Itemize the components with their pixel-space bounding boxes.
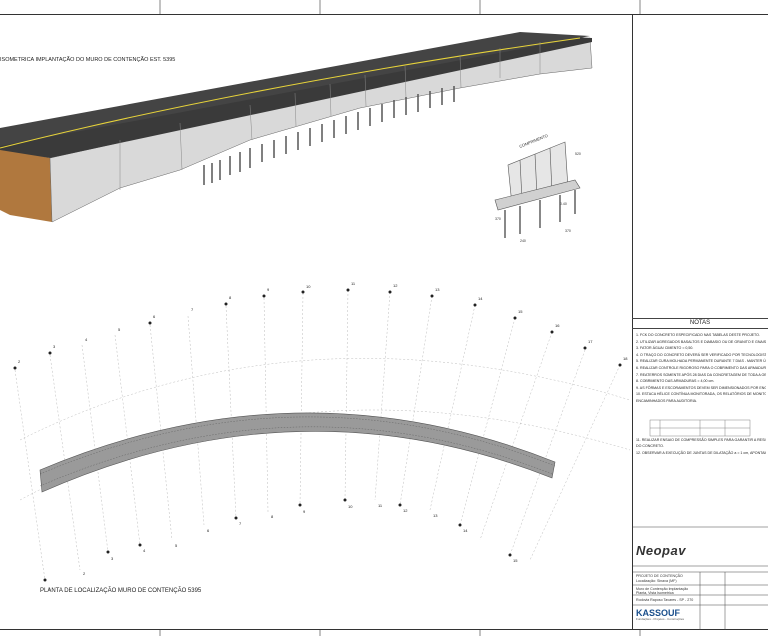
note-item: 6. REALIZAR CONTROLE RIGOROSO PARA O COB… <box>636 365 766 370</box>
company-tagline: Fundações - Projetos - Construções <box>636 617 685 621</box>
brand-logo: Neopav <box>636 543 686 558</box>
dimension-label: 520 <box>575 152 581 156</box>
station-label-top: 17 <box>588 339 593 344</box>
road-name: Rodovia Raposo Tavares - SP - 270 <box>636 598 694 602</box>
station-label-bottom: 9 <box>303 509 306 514</box>
content-line-2: Planta, Vista Isometrica <box>636 591 674 595</box>
note-item: 5. REALIZAR CURA MOLHADA PERMANENTE DURA… <box>636 359 766 364</box>
station-label-bottom: 4 <box>143 548 146 553</box>
notes-heading: NOTAS <box>632 318 768 329</box>
note-item: DO CONCRETO. <box>636 444 664 449</box>
station-label-top: 15 <box>518 309 523 314</box>
plan-title: PLANTA DE LOCALIZAÇÃO MURO DE CONTENÇÃO … <box>40 588 202 594</box>
station-label-top: 13 <box>435 287 440 292</box>
note-item: 1. FCK DO CONCRETO ESPECIFICADO NAS TABE… <box>636 333 760 337</box>
station-label-bottom: 8 <box>271 514 274 519</box>
station-label-top: 12 <box>393 283 398 288</box>
station-label-bottom: 11 <box>378 503 383 508</box>
station-label-top: 10 <box>306 284 311 289</box>
station-markers <box>13 288 622 582</box>
station-label-bottom: 14 <box>463 528 468 533</box>
notes-list: 1. FCK DO CONCRETO ESPECIFICADO NAS TABE… <box>636 332 766 456</box>
station-label-top: 7 <box>191 307 194 312</box>
station-label-top: 6 <box>153 314 156 319</box>
note-item: 4. O TRAÇO DO CONCRETO DEVERÁ SER VERIFI… <box>636 352 766 357</box>
station-label-top: 16 <box>555 323 560 328</box>
station-label-bottom: 13 <box>433 513 438 518</box>
note-item: 9. AS FÔRMAS E ESCORAMENTOS DEVEM SER DI… <box>636 385 766 390</box>
note-item: ENCAMINHADOS PARA AUDITORIA. <box>636 398 697 403</box>
note-item: 10. ESTACA HÉLICE CONTÍNUA MONITORADA, O… <box>636 392 766 397</box>
station-label-bottom: 2 <box>83 571 86 576</box>
station-label-top: 2 <box>18 359 21 364</box>
station-label-bottom: 6 <box>207 528 210 533</box>
note-item: 7. REATERROS SOMENTE APÓS 28 DIAS DA CON… <box>636 372 766 377</box>
dimension-label: 370 <box>565 229 571 233</box>
station-label-bottom: 3 <box>111 556 114 561</box>
dimension-label: 370 <box>495 217 501 221</box>
station-label-bottom: 12 <box>403 508 408 513</box>
plan-view <box>14 289 631 581</box>
station-label-top: 9 <box>267 287 270 292</box>
wall-section-detail <box>494 141 581 238</box>
note-item: 3. FATOR ÁGUA/ CIMENTO = 0,50. <box>636 346 694 351</box>
station-label-bottom: 5 <box>175 543 178 548</box>
note-spacer <box>636 405 766 437</box>
detail-label: COMPRIMENTO <box>519 133 549 149</box>
station-label-bottom: 7 <box>239 521 242 526</box>
station-label-top: 11 <box>351 281 356 286</box>
note-item: 11. REALIZAR ENSAIO DE COMPRESSÃO SIMPLE… <box>636 437 766 442</box>
isometric-title: ISOMETRICA IMPLANTAÇÃO DO MURO DE CONTEN… <box>0 57 176 63</box>
drawing-sheet: COMPRIMENTO 2 3 4 5 6 7 8 9 10 11 12 13 … <box>0 0 768 636</box>
station-label-top: 8 <box>229 295 232 300</box>
station-label-bottom: 10 <box>348 504 353 509</box>
project-location: Localização: Sinaxa (MF) <box>636 579 677 583</box>
dimension-label: 0.40 <box>560 202 567 206</box>
station-label-bottom: 15 <box>513 558 518 563</box>
station-label-top: 4 <box>85 337 88 342</box>
plan-wall-strip <box>39 412 556 493</box>
station-label-top: 14 <box>478 296 483 301</box>
project-name: PROJETO DE CONTENÇÃO <box>636 574 683 578</box>
note-item: 8. COBRIMENTO DAS ARMADURAS = 4,00 cm. <box>636 379 715 384</box>
note-item: 12. OBSERVAR A EXECUÇÃO DE JUNTAS DE DIL… <box>636 450 766 455</box>
dimension-label: 240 <box>520 239 526 243</box>
station-label-top: 3 <box>53 344 56 349</box>
note-item: 2. UTILIZAR AGREGADOS BASALTOS E DIABASI… <box>636 339 766 344</box>
station-label-top: 18 <box>623 356 628 361</box>
station-label-top: 5 <box>118 327 121 332</box>
